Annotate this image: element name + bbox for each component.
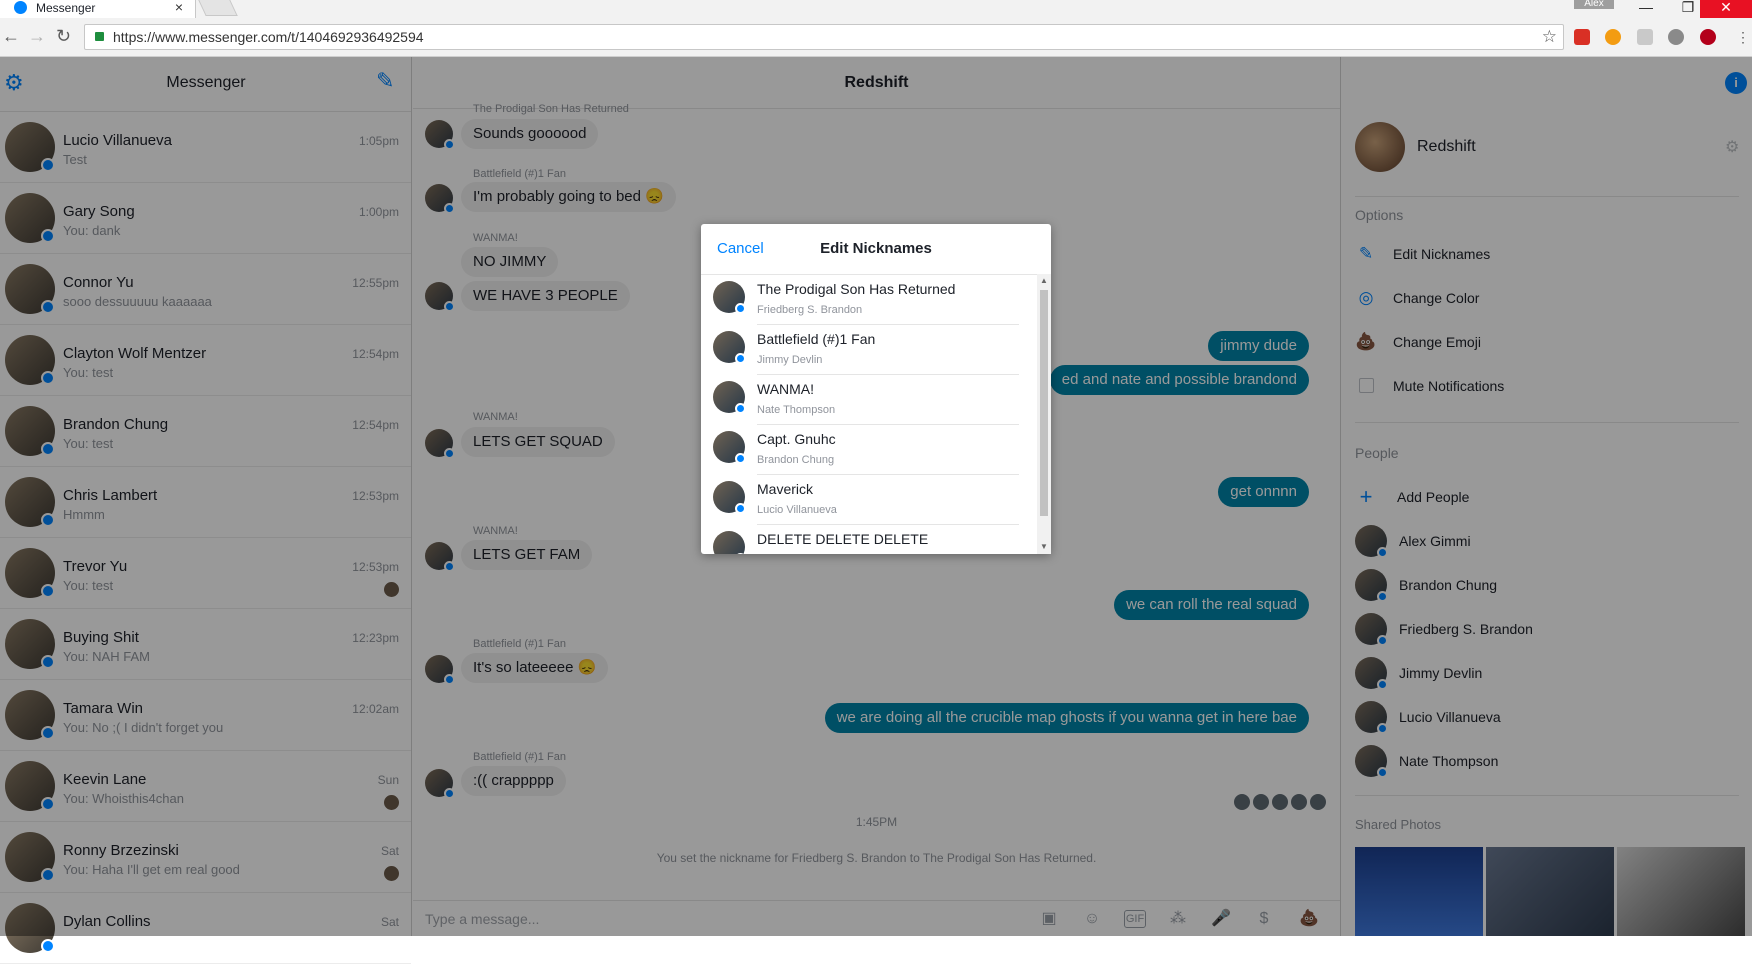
real-name: Jimmy Devlin bbox=[757, 354, 823, 366]
profile-chip[interactable]: Alex bbox=[1574, 0, 1614, 9]
new-tab-button[interactable] bbox=[198, 0, 238, 16]
real-name: Nate Thompson bbox=[757, 404, 836, 416]
nickname: Maverick bbox=[757, 481, 814, 497]
lock-icon bbox=[95, 32, 104, 41]
messenger-badge-icon bbox=[735, 303, 746, 314]
tab-title: Messenger bbox=[36, 1, 96, 15]
nickname-list: The Prodigal Son Has Returned Friedberg … bbox=[701, 274, 1037, 554]
edit-nicknames-dialog: Cancel Edit Nicknames The Prodigal Son H… bbox=[701, 224, 1051, 554]
nickname-row[interactable]: The Prodigal Son Has Returned Friedberg … bbox=[713, 275, 1019, 325]
dialog-scrollbar[interactable]: ▲ ▼ bbox=[1037, 274, 1051, 554]
window-close-icon[interactable]: ✕ bbox=[1700, 0, 1752, 18]
messenger-badge-icon bbox=[735, 503, 746, 514]
forward-icon[interactable]: → bbox=[28, 26, 46, 47]
nickname: The Prodigal Son Has Returned bbox=[757, 281, 956, 297]
address-bar-row: ← → ↻ https://www.messenger.com/t/140469… bbox=[0, 18, 1752, 57]
nickname: DELETE DELETE DELETE bbox=[757, 531, 929, 547]
scrollbar-thumb[interactable] bbox=[1040, 290, 1048, 516]
nickname: Capt. Gnuhc bbox=[757, 431, 836, 447]
back-icon[interactable]: ← bbox=[2, 26, 20, 47]
browser-tab-strip: Messenger × Alex — ❐ ✕ bbox=[0, 0, 1752, 18]
real-name: Lucio Villanueva bbox=[757, 504, 837, 516]
chrome-menu-icon[interactable]: ⋮ bbox=[1736, 29, 1750, 46]
avatar bbox=[713, 531, 745, 554]
ublock-icon[interactable] bbox=[1700, 29, 1716, 45]
url-text: https://www.messenger.com/t/140469293649… bbox=[113, 29, 424, 45]
extension-icon[interactable] bbox=[1668, 29, 1684, 45]
real-name: Friedberg S. Brandon bbox=[757, 304, 863, 316]
address-input[interactable]: https://www.messenger.com/t/140469293649… bbox=[84, 24, 1564, 50]
nickname-row[interactable]: DELETE DELETE DELETE bbox=[713, 525, 1019, 554]
nickname-row[interactable]: Battlefield (#)1 Fan Jimmy Devlin bbox=[713, 325, 1019, 375]
messenger-badge-icon bbox=[735, 353, 746, 364]
browser-tab[interactable]: Messenger × bbox=[0, 0, 196, 18]
nickname: WANMA! bbox=[757, 381, 815, 397]
reload-icon[interactable]: ↻ bbox=[56, 26, 71, 47]
real-name: Brandon Chung bbox=[757, 454, 835, 466]
scroll-up-icon[interactable]: ▲ bbox=[1040, 276, 1048, 285]
extension-icon[interactable] bbox=[1605, 29, 1621, 45]
messenger-badge-icon bbox=[735, 553, 746, 554]
messenger-badge-icon bbox=[735, 453, 746, 464]
nickname-row[interactable]: Capt. Gnuhc Brandon Chung bbox=[713, 425, 1019, 475]
messenger-badge-icon bbox=[41, 939, 55, 953]
messenger-badge-icon bbox=[735, 403, 746, 414]
extension-icon[interactable] bbox=[1574, 29, 1590, 45]
dialog-title: Edit Nicknames bbox=[820, 240, 932, 257]
tab-close-icon[interactable]: × bbox=[175, 0, 183, 15]
nickname-row[interactable]: Maverick Lucio Villanueva bbox=[713, 475, 1019, 525]
nickname: Battlefield (#)1 Fan bbox=[757, 331, 876, 347]
scroll-down-icon[interactable]: ▼ bbox=[1040, 542, 1048, 551]
messenger-favicon-icon bbox=[14, 1, 27, 14]
extension-icon[interactable] bbox=[1637, 29, 1653, 45]
bookmark-star-icon[interactable]: ☆ bbox=[1542, 27, 1557, 47]
nickname-row[interactable]: WANMA! Nate Thompson bbox=[713, 375, 1019, 425]
